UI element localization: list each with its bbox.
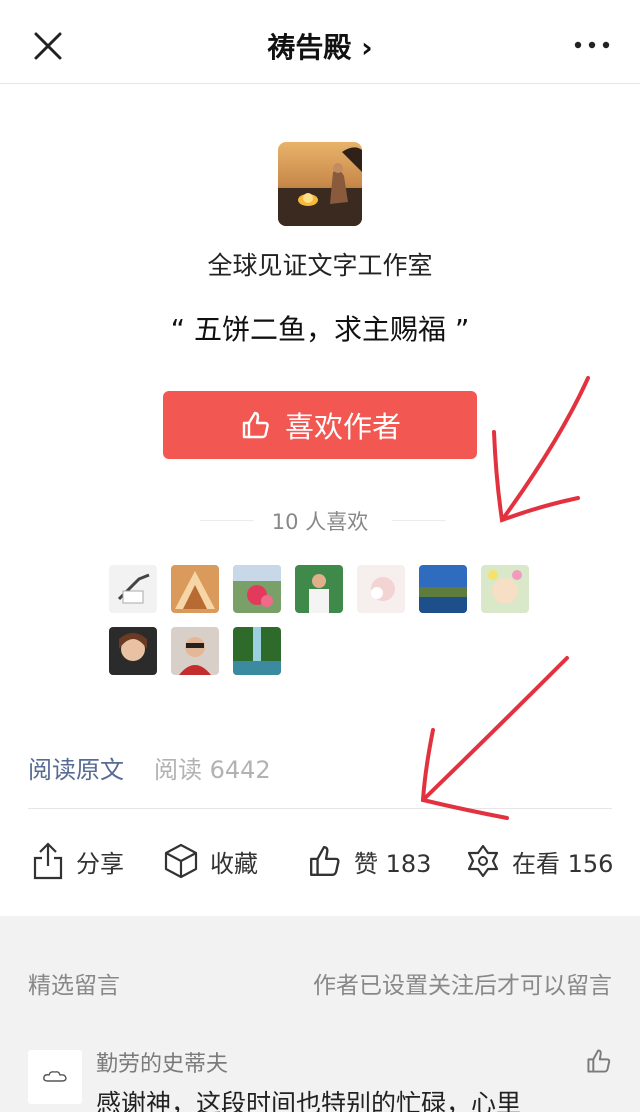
action-bar: 分享 收藏 赞 183 在看 156 — [0, 836, 640, 886]
share-button[interactable]: 分享 — [32, 836, 124, 886]
like-author-label: 喜欢作者 — [284, 410, 401, 444]
comments-title: 精选留言 — [28, 973, 120, 999]
fan-avatar[interactable] — [171, 565, 219, 613]
divider — [28, 808, 612, 809]
favorite-label: 收藏 — [210, 849, 258, 878]
comment-avatar[interactable] — [28, 1050, 82, 1104]
author-quote: “ 五饼二鱼，求主赐福 ” — [170, 313, 470, 346]
top-bar: 祷告殿 › — [0, 0, 640, 84]
comment-author: 勤劳的史蒂夫 — [96, 1052, 229, 1077]
comments-section — [0, 916, 640, 1112]
fan-avatar[interactable] — [419, 565, 467, 613]
cloud-icon — [43, 1071, 67, 1082]
favorite-button[interactable]: 收藏 — [164, 836, 258, 886]
fan-avatar[interactable] — [109, 565, 157, 613]
thumb-up-icon — [242, 411, 269, 439]
fan-avatar[interactable] — [357, 565, 405, 613]
comment-text: 感谢神，这段时间也特别的忙碌，心里 — [96, 1089, 522, 1112]
watching-icon — [467, 844, 499, 878]
read-original-link[interactable]: 阅读原文 — [28, 756, 124, 784]
thumb-up-icon[interactable] — [586, 1048, 612, 1074]
likes-count: 10 人喜欢 — [271, 510, 369, 534]
read-row: 阅读原文 阅读 6442 — [28, 750, 271, 785]
comments-notice: 作者已设置关注后才可以留言 — [313, 973, 612, 999]
fan-avatar[interactable] — [295, 565, 343, 613]
read-count: 阅读 6442 — [154, 756, 271, 784]
fan-avatar[interactable] — [233, 565, 281, 613]
like-author-button[interactable]: 喜欢作者 — [163, 391, 477, 459]
more-icon[interactable] — [572, 30, 612, 60]
fan-avatar[interactable] — [171, 627, 219, 675]
watching-button[interactable]: 在看 156 — [466, 836, 613, 886]
watching-label: 在看 156 — [512, 849, 614, 878]
fan-avatar[interactable] — [233, 627, 281, 675]
author-name: 全球见证文字工作室 — [207, 251, 433, 280]
share-icon — [33, 842, 63, 880]
box-icon — [164, 843, 198, 879]
author-avatar[interactable] — [278, 142, 362, 226]
like-button[interactable]: 赞 183 — [308, 836, 431, 886]
fan-avatar[interactable] — [481, 565, 529, 613]
thumb-up-icon — [310, 846, 340, 876]
share-label: 分享 — [76, 849, 124, 878]
page-title[interactable]: 祷告殿 › — [0, 26, 640, 66]
like-label: 赞 183 — [354, 849, 432, 878]
annotation-arrow — [420, 656, 569, 820]
fan-avatar[interactable] — [109, 627, 157, 675]
